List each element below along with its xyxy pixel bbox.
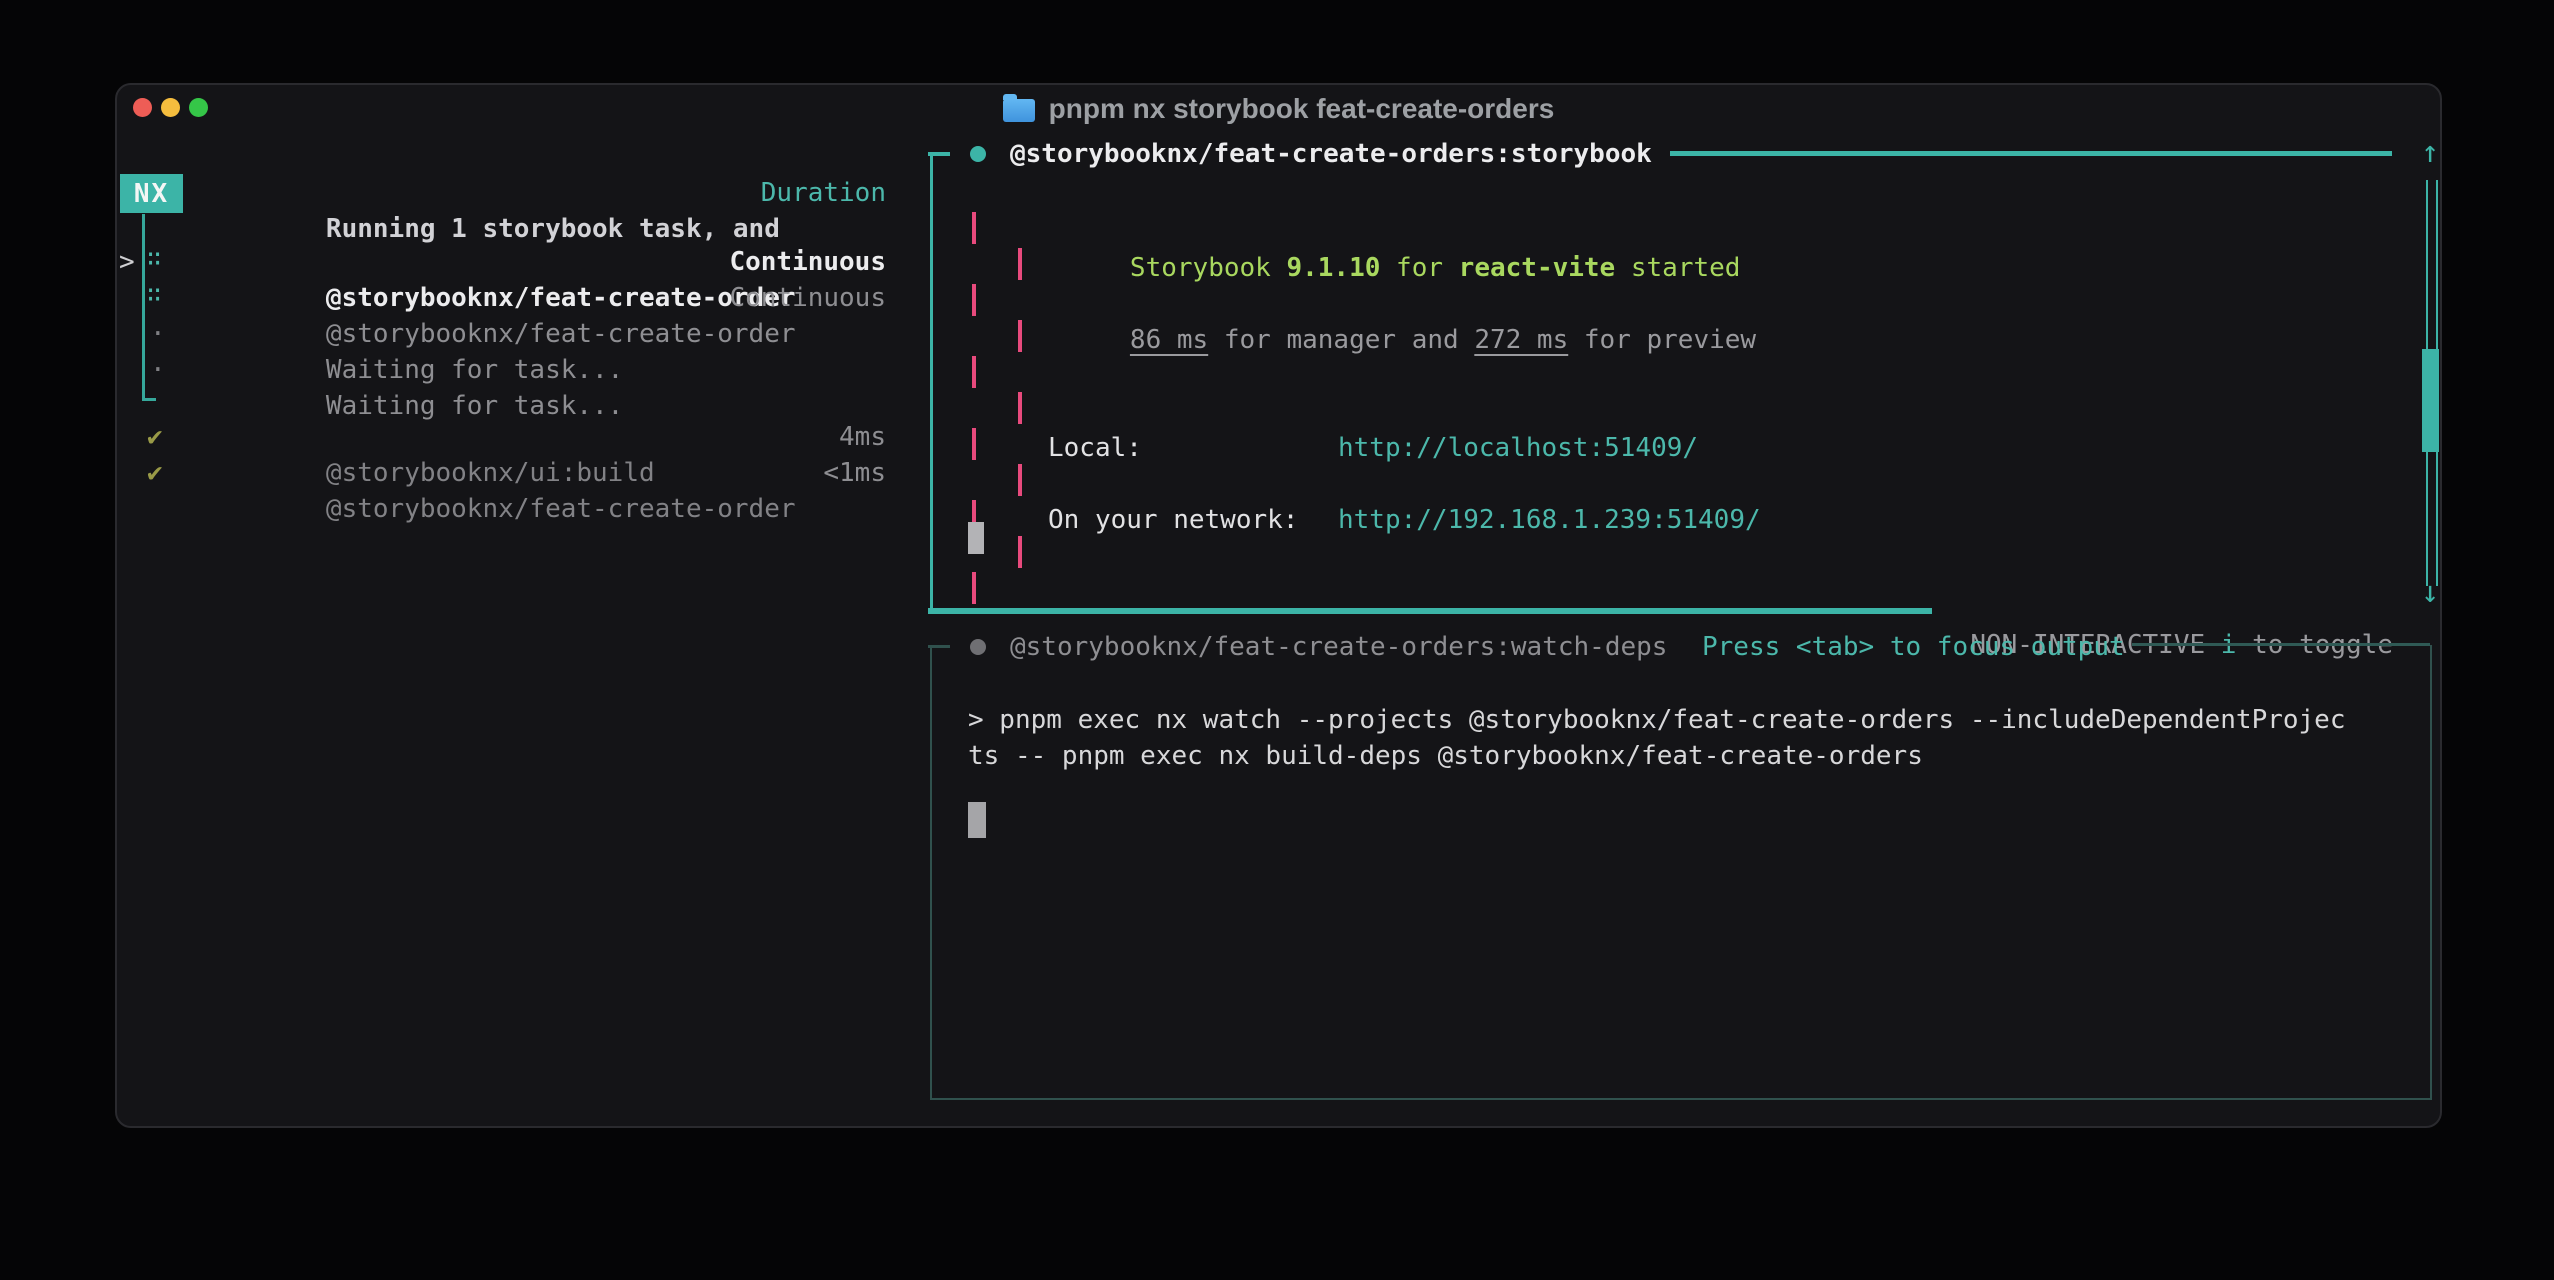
selected-task-arrow: >	[119, 244, 135, 280]
completed-task-row[interactable]: @storybooknx/feat-create-order <1ms	[232, 455, 886, 491]
scroll-down-icon[interactable]: ↓	[2414, 575, 2442, 610]
task-list-header-title: Running 1 storybook task, and	[326, 214, 780, 244]
local-url-link[interactable]: http://localhost:51409/	[1338, 430, 1698, 466]
gutter-dash	[1018, 248, 1022, 280]
terminal-cursor	[968, 522, 984, 554]
gutter-dash	[972, 356, 976, 388]
task-tree-corner	[142, 398, 156, 401]
scrollbar-thumb[interactable]	[2422, 349, 2439, 452]
gutter-dash	[972, 212, 976, 244]
command-line: ts -- pnpm exec nx build-deps @storybook…	[968, 738, 1923, 774]
task-duration: <1ms	[823, 455, 886, 491]
check-icon: ✔	[147, 419, 163, 455]
pending-dot-icon: ·	[150, 316, 166, 352]
preview-time: 272 ms	[1474, 325, 1568, 355]
check-icon: ✔	[147, 455, 163, 491]
timing-text: for manager and	[1208, 325, 1474, 355]
gutter-dash	[1018, 536, 1022, 568]
task-row[interactable]: Waiting for task...	[232, 316, 886, 352]
task-status-dot	[970, 639, 986, 655]
help-key: ?	[958, 1123, 974, 1128]
network-url-label: On your network:	[1048, 502, 1298, 538]
storybook-panel-title: @storybooknx/feat-create-orders:storyboo…	[1010, 136, 1652, 172]
panel-border	[2430, 645, 2432, 1100]
keyboard-hints: quit: q help: ?	[629, 1084, 973, 1128]
desktop: pnpm nx storybook feat-create-orders NX …	[0, 0, 2554, 1280]
started-text: Storybook	[1130, 253, 1287, 283]
terminal-cursor	[968, 802, 986, 838]
folder-icon	[1003, 99, 1035, 122]
gutter-dash	[1018, 392, 1022, 424]
titlebar: pnpm nx storybook feat-create-orders	[117, 91, 2440, 127]
task-list-header: Running 1 storybook task, and Duration	[232, 175, 886, 211]
gutter-dash	[1018, 320, 1022, 352]
completed-task-row[interactable]: @storybooknx/ui:build 4ms	[232, 419, 886, 455]
task-row[interactable]: Waiting for task...	[232, 352, 886, 388]
quit-hint-label: quit:	[723, 1123, 817, 1128]
focus-output-hint: Press <tab> to focus output	[1702, 629, 2125, 665]
duration-column-header: Duration	[761, 175, 886, 211]
gutter-dash	[1018, 464, 1022, 496]
spinner-icon: ∷	[147, 276, 161, 312]
panel-border	[2132, 643, 2430, 646]
task-name: Waiting for task...	[326, 391, 623, 421]
started-text: for	[1380, 253, 1458, 283]
task-status: Continuous	[729, 280, 886, 316]
panel-border	[930, 1098, 2432, 1100]
watch-deps-panel-title: @storybooknx/feat-create-orders:watch-de…	[1010, 629, 1667, 665]
quit-key: q	[817, 1123, 833, 1128]
local-url-label: Local:	[1048, 430, 1142, 466]
window-title: pnpm nx storybook feat-create-orders	[1049, 93, 1555, 125]
manager-time: 86 ms	[1130, 325, 1208, 355]
nx-logo-badge: NX	[120, 174, 183, 213]
panel-border	[930, 645, 932, 1100]
task-status: Continuous	[729, 244, 886, 280]
framework-name: react-vite	[1459, 253, 1616, 283]
terminal-window: pnpm nx storybook feat-create-orders NX …	[115, 83, 2442, 1128]
network-url-link[interactable]: http://192.168.1.239:51409/	[1338, 502, 1761, 538]
task-duration: 4ms	[839, 419, 886, 455]
help-hint-label: help:	[833, 1123, 958, 1128]
gutter-dash	[972, 572, 976, 604]
task-status-dot	[970, 146, 986, 162]
gutter-dash	[972, 284, 976, 316]
pending-dot-icon: ·	[150, 352, 166, 388]
started-text: started	[1615, 253, 1740, 283]
storybook-version: 9.1.10	[1286, 253, 1380, 283]
scroll-up-icon[interactable]: ↑	[2414, 135, 2442, 170]
gutter-dash	[972, 428, 976, 460]
task-row[interactable]: @storybooknx/feat-create-order Continuou…	[232, 280, 886, 316]
panel-border	[1670, 151, 2392, 156]
spinner-icon: ∷	[147, 240, 161, 276]
storybook-timing-line: 86 ms for manager and 272 ms for preview	[1036, 286, 1756, 394]
command-line: > pnpm exec nx watch --projects @storybo…	[968, 702, 2346, 738]
timing-text: for preview	[1568, 325, 1756, 355]
panel-border	[928, 608, 1932, 614]
task-name: @storybooknx/feat-create-order	[326, 494, 796, 524]
task-row[interactable]: @storybooknx/feat-create-order Continuou…	[232, 244, 886, 280]
panel-border	[930, 152, 933, 609]
task-tree-line	[142, 214, 145, 401]
